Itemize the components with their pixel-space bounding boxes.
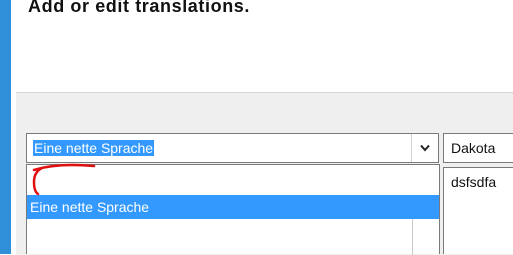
translation-textarea[interactable]: dsfsdfa — [443, 167, 513, 254]
second-combobox[interactable]: Dakota — [443, 133, 513, 163]
language-combobox-dropdown-button[interactable] — [411, 134, 438, 162]
window-accent-stripe — [0, 0, 11, 254]
translation-textarea-value: dsfsdfa — [451, 174, 497, 190]
chevron-down-icon — [420, 144, 430, 152]
dropdown-scroll-divider — [412, 219, 413, 255]
language-combobox[interactable]: Eine nette Sprache — [26, 133, 439, 163]
language-combobox-value: Eine nette Sprache — [33, 140, 155, 156]
page-title: Add or edit translations. — [28, 0, 251, 16]
second-combobox-value: Dakota — [451, 140, 496, 156]
red-annotation-mark — [32, 163, 96, 196]
